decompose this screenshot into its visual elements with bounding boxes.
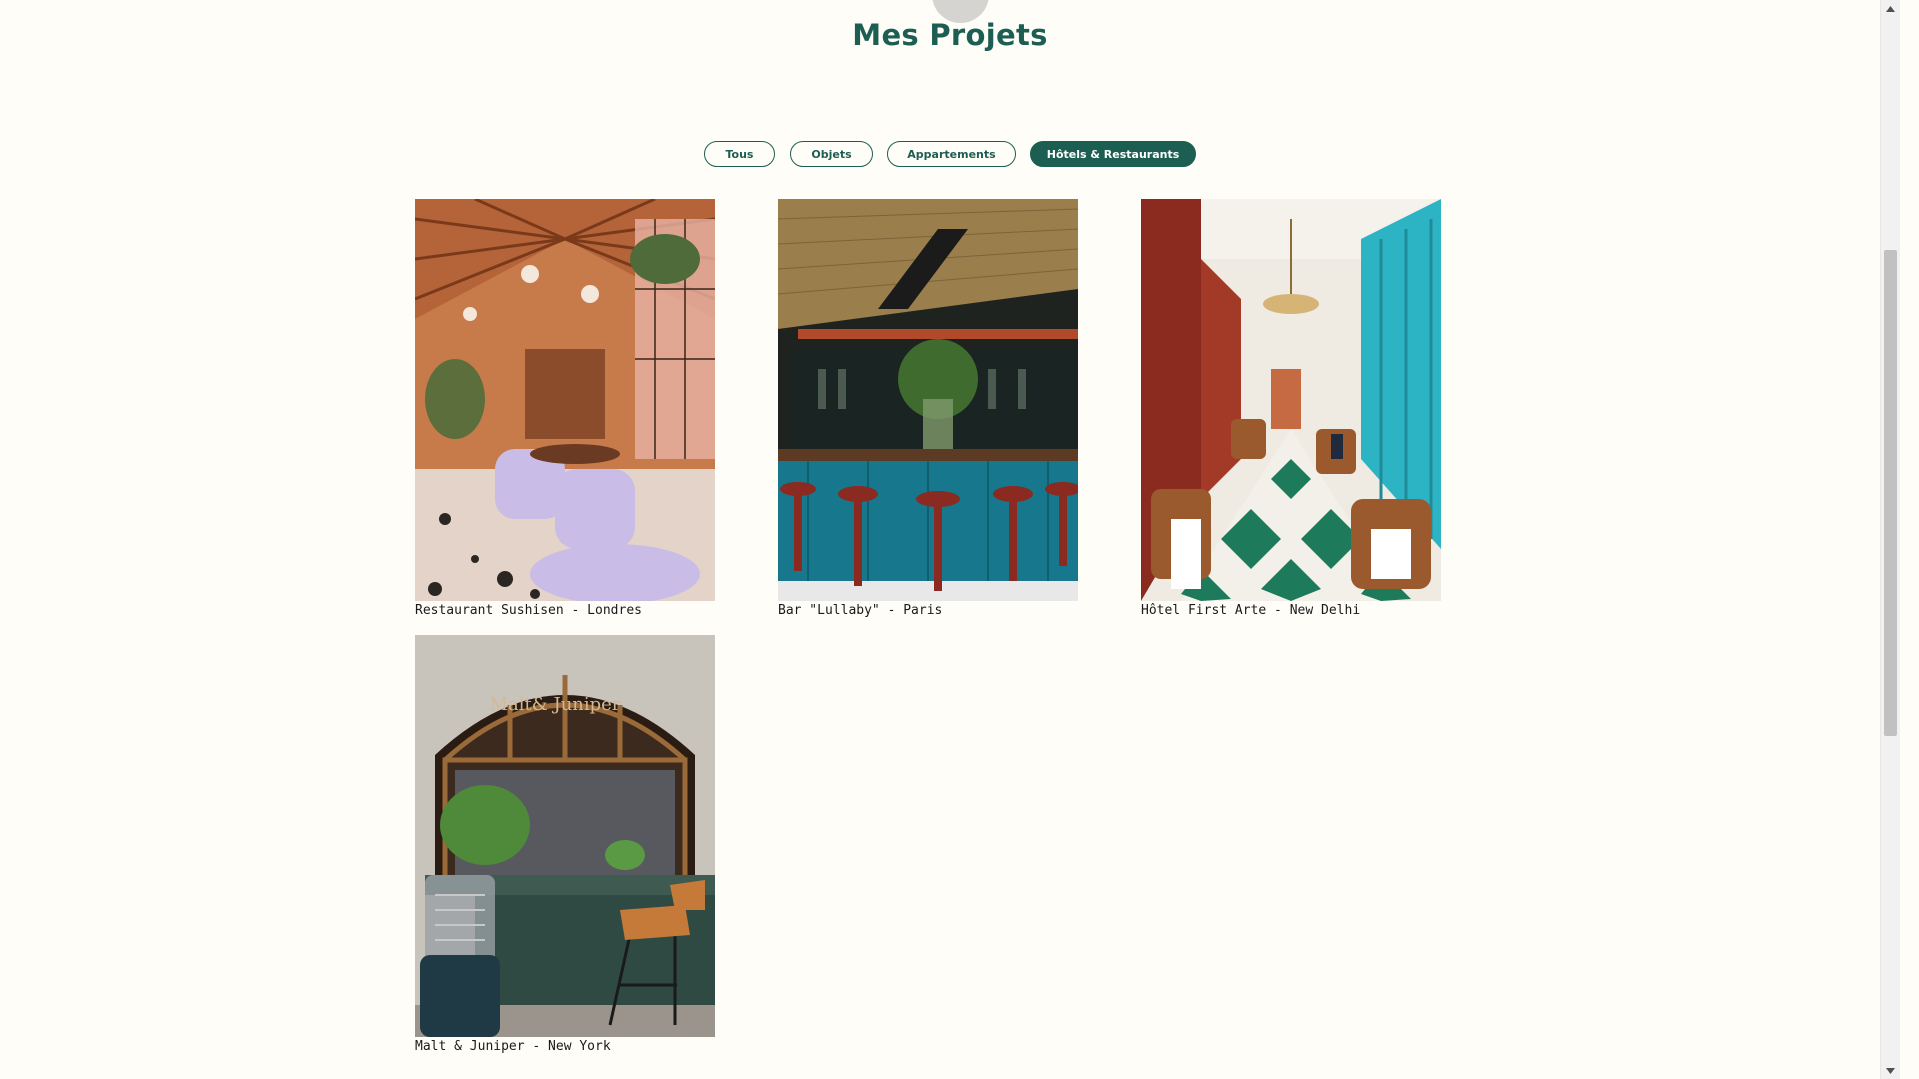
filter-tous-button[interactable]: Tous	[704, 141, 775, 167]
page-title: Mes Projets	[852, 18, 1048, 52]
filter-hotels-restaurants-button[interactable]: Hôtels & Restaurants	[1030, 141, 1196, 167]
chevron-down-icon[interactable]	[1881, 1062, 1900, 1079]
project-image[interactable]: Malt& Juniper	[415, 635, 715, 1037]
filter-objets-button[interactable]: Objets	[790, 141, 873, 167]
project-caption[interactable]: Malt & Juniper - New York	[415, 1039, 715, 1054]
project-card[interactable]: Bar "Lullaby" - Paris	[778, 199, 1078, 618]
project-caption[interactable]: Hôtel First Arte - New Delhi	[1141, 603, 1441, 618]
filter-bar: Tous Objets Appartements Hôtels & Restau…	[0, 141, 1900, 169]
project-card[interactable]: Restaurant Sushisen - Londres	[415, 199, 715, 618]
chevron-up-icon[interactable]	[1881, 0, 1900, 17]
scrollbar-thumb[interactable]	[1884, 250, 1897, 736]
project-caption[interactable]: Restaurant Sushisen - Londres	[415, 603, 715, 618]
project-card[interactable]: Malt& Juniper Malt & Juniper - New York	[415, 635, 715, 1054]
project-image[interactable]	[1141, 199, 1441, 601]
project-card[interactable]: Hôtel First Arte - New Delhi	[1141, 199, 1441, 618]
project-image[interactable]	[778, 199, 1078, 601]
page-scrollbar[interactable]	[1880, 0, 1900, 1079]
filter-appartements-button[interactable]: Appartements	[887, 141, 1016, 167]
project-caption[interactable]: Bar "Lullaby" - Paris	[778, 603, 1078, 618]
page: Mes Projets Tous Objets Appartements Hôt…	[0, 0, 1900, 1079]
sign-text: Malt& Juniper	[490, 694, 621, 715]
project-image[interactable]	[415, 199, 715, 601]
